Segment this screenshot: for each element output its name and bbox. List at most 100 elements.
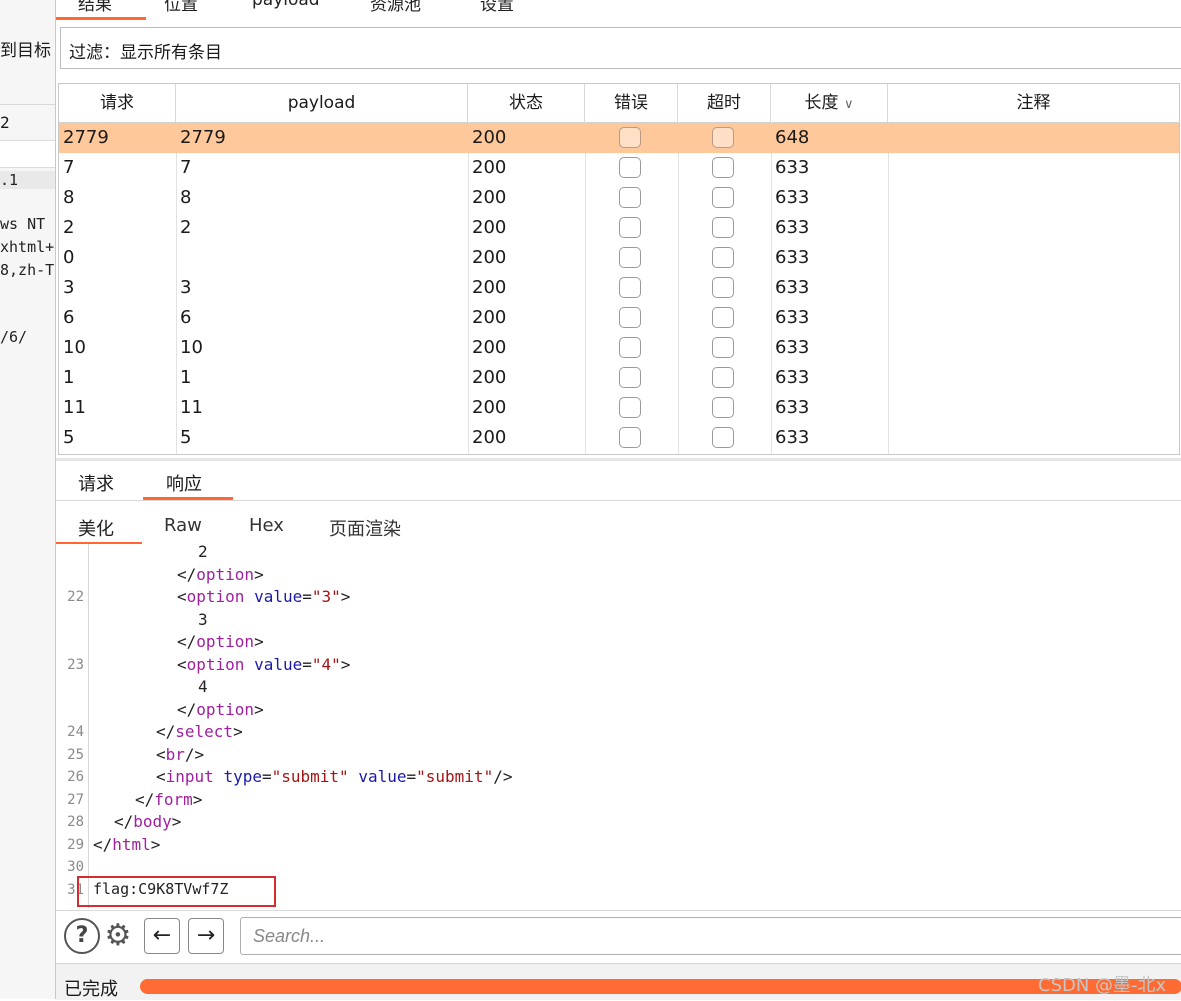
cell-payload: 1	[180, 367, 192, 388]
code-tag: option	[196, 565, 255, 584]
tab-resource-pool[interactable]: 资源池	[370, 0, 421, 15]
tab-response[interactable]: 响应	[166, 470, 202, 496]
error-checkbox[interactable]	[619, 157, 641, 178]
tab-raw[interactable]: Raw	[164, 515, 202, 536]
left-pane-field[interactable]	[0, 140, 55, 168]
arrow-right-icon[interactable]: →	[188, 918, 224, 954]
watermark: CSDN @墨-北x	[1038, 975, 1167, 996]
code-text: 4	[198, 677, 208, 696]
code-tag: form	[154, 790, 193, 809]
tab-settings[interactable]: 设置	[480, 0, 514, 15]
timeout-checkbox[interactable]	[712, 157, 734, 178]
column-header-timeout[interactable]: 超时	[678, 84, 771, 122]
column-header-payload[interactable]: payload	[176, 84, 468, 122]
code-attr: value	[358, 767, 407, 786]
help-icon[interactable]: ?	[64, 918, 100, 954]
result-tabs: 结果 位置 payload 资源池 设置	[56, 0, 1181, 20]
column-header-length[interactable]: 长度 ∨	[771, 84, 888, 122]
filter-bar[interactable]: 过滤：显示所有条目	[60, 27, 1181, 69]
cell-payload: 8	[180, 187, 192, 208]
code-line: </select>	[156, 722, 243, 741]
timeout-checkbox[interactable]	[712, 307, 734, 328]
error-checkbox[interactable]	[619, 217, 641, 238]
cell-request: 6	[63, 307, 75, 328]
line-number: 28	[67, 814, 84, 830]
cell-status: 200	[472, 157, 507, 178]
error-checkbox[interactable]	[619, 247, 641, 268]
response-code-viewer[interactable]: 22 23 24 25 26 27 28 29 30 31 2 </option…	[56, 544, 1181, 908]
table-row[interactable]: 7 7 200 633	[59, 153, 1179, 183]
search-input[interactable]	[240, 917, 1181, 955]
code-line: <option value="3">	[177, 587, 351, 606]
table-row[interactable]: 11 11 200 633	[59, 393, 1179, 423]
gear-icon[interactable]: ⚙	[100, 918, 136, 954]
timeout-checkbox[interactable]	[712, 367, 734, 388]
flag-highlight-box	[77, 876, 276, 907]
progress-bar	[140, 979, 1181, 994]
code-line: </body>	[114, 812, 182, 831]
code-line: <input type="submit" value="submit"/>	[156, 767, 513, 786]
code-text: 2	[198, 544, 208, 561]
error-checkbox[interactable]	[619, 187, 641, 208]
cell-status: 200	[472, 367, 507, 388]
timeout-checkbox[interactable]	[712, 427, 734, 448]
code-tag: br	[165, 745, 185, 764]
table-row[interactable]: 3 3 200 633	[59, 273, 1179, 303]
timeout-checkbox[interactable]	[712, 277, 734, 298]
line-number: 24	[67, 724, 84, 740]
tab-positions[interactable]: 位置	[164, 0, 198, 15]
cell-request: 2	[63, 217, 75, 238]
cell-length: 633	[775, 307, 810, 328]
error-checkbox[interactable]	[619, 127, 641, 148]
tab-pretty[interactable]: 美化	[78, 515, 114, 541]
tab-results[interactable]: 结果	[78, 0, 112, 15]
arrow-left-icon[interactable]: ←	[144, 918, 180, 954]
table-row[interactable]: 1 1 200 633	[59, 363, 1179, 393]
line-number: 26	[67, 769, 84, 785]
error-checkbox[interactable]	[619, 337, 641, 358]
table-row[interactable]: 8 8 200 633	[59, 183, 1179, 213]
column-header-request[interactable]: 请求	[59, 84, 176, 122]
code-tag: input	[165, 767, 214, 786]
error-checkbox[interactable]	[619, 427, 641, 448]
left-code-line: /6/	[0, 328, 28, 346]
cell-payload: 11	[180, 397, 203, 418]
tab-hex[interactable]: Hex	[249, 515, 284, 536]
table-row[interactable]: 10 10 200 633	[59, 333, 1179, 363]
tab-request[interactable]: 请求	[78, 470, 114, 496]
table-row[interactable]: 5 5 200 633	[59, 423, 1179, 453]
table-row[interactable]: 6 6 200 633	[59, 303, 1179, 333]
code-tag: option	[186, 587, 245, 606]
cell-payload: 7	[180, 157, 192, 178]
error-checkbox[interactable]	[619, 367, 641, 388]
cell-payload: 2	[180, 217, 192, 238]
timeout-checkbox[interactable]	[712, 247, 734, 268]
error-checkbox[interactable]	[619, 307, 641, 328]
tab-payload[interactable]: payload	[252, 0, 320, 10]
left-code-line: .1	[0, 171, 55, 189]
results-table: 请求 payload 状态 错误 超时 长度 ∨ 注释 2779 2779 200 6…	[58, 83, 1180, 455]
tab-render[interactable]: 页面渲染	[329, 515, 401, 541]
table-row[interactable]: 2779 2779 200 648	[59, 123, 1179, 153]
code-line: </option>	[177, 700, 264, 719]
timeout-checkbox[interactable]	[712, 337, 734, 358]
cell-status: 200	[472, 247, 507, 268]
table-header: 请求 payload 状态 错误 超时 长度 ∨ 注释	[59, 84, 1179, 123]
error-checkbox[interactable]	[619, 397, 641, 418]
cell-status: 200	[472, 337, 507, 358]
cell-request: 1	[63, 367, 75, 388]
error-checkbox[interactable]	[619, 277, 641, 298]
pane-splitter[interactable]	[56, 458, 1181, 461]
timeout-checkbox[interactable]	[712, 127, 734, 148]
column-header-comment[interactable]: 注释	[888, 84, 1179, 122]
column-header-error[interactable]: 错误	[585, 84, 678, 122]
cell-status: 200	[472, 307, 507, 328]
code-tag: select	[175, 722, 234, 741]
timeout-checkbox[interactable]	[712, 397, 734, 418]
timeout-checkbox[interactable]	[712, 187, 734, 208]
table-row[interactable]: 2 2 200 633	[59, 213, 1179, 243]
left-pane-number: 2	[0, 113, 10, 132]
column-header-status[interactable]: 状态	[468, 84, 585, 122]
table-row[interactable]: 0 200 633	[59, 243, 1179, 273]
timeout-checkbox[interactable]	[712, 217, 734, 238]
